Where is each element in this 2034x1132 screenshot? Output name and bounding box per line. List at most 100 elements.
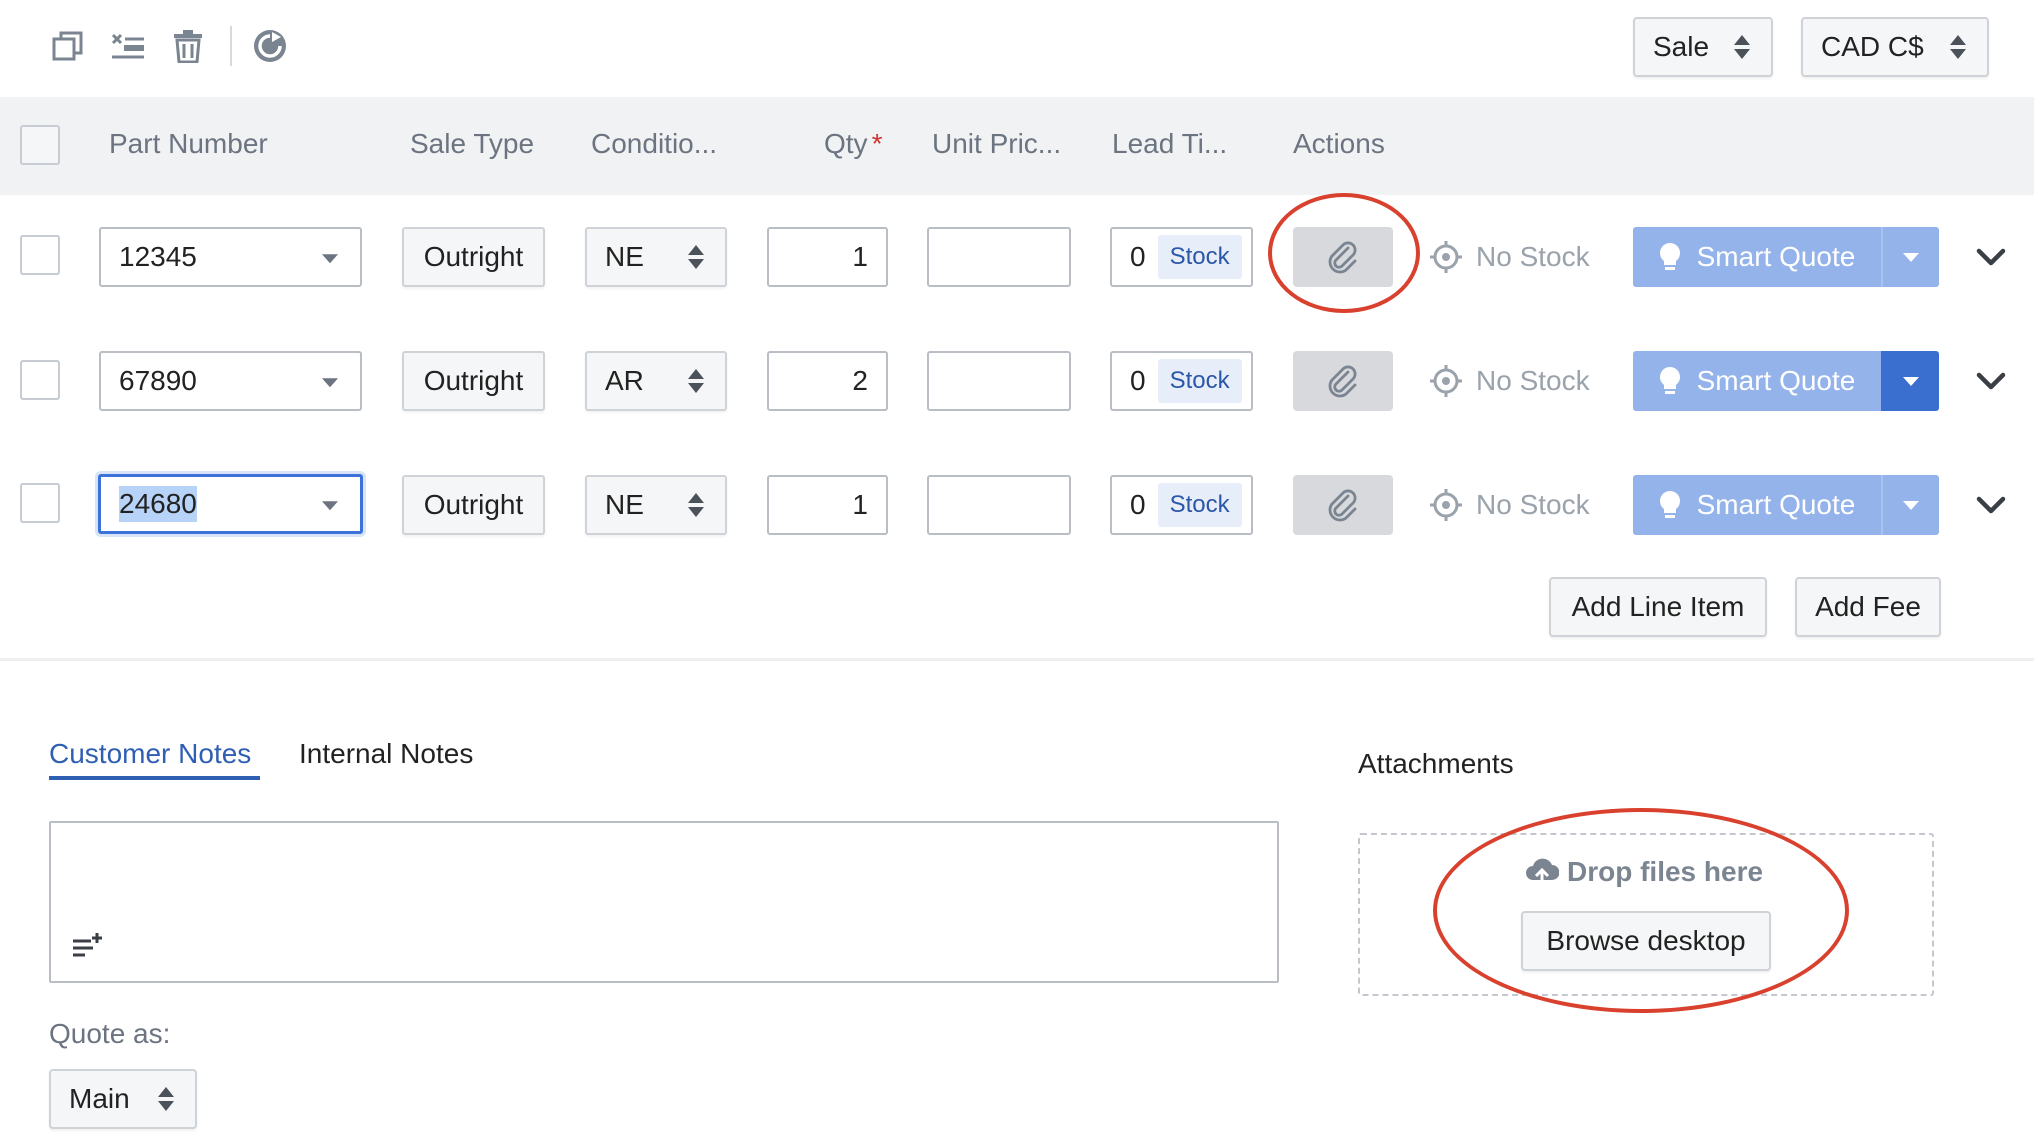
clear-rows-icon[interactable] xyxy=(110,28,146,64)
paperclip-icon xyxy=(1328,241,1357,274)
condition-select[interactable]: NE xyxy=(585,227,727,287)
caret-down-icon xyxy=(1903,500,1919,510)
quote-as-value: Main xyxy=(69,1083,130,1114)
lightbulb-icon xyxy=(1659,367,1680,394)
smart-quote-dropdown[interactable] xyxy=(1881,475,1939,535)
sort-arrows-icon xyxy=(688,245,704,269)
expand-row-chevron-icon[interactable] xyxy=(1971,485,2011,525)
sort-arrows-icon xyxy=(1950,35,1966,59)
condition-select[interactable]: NE xyxy=(585,475,727,535)
type-select[interactable]: Sale xyxy=(1633,17,1773,77)
browse-desktop-button[interactable]: Browse desktop xyxy=(1521,911,1771,971)
trash-icon[interactable] xyxy=(170,28,206,64)
lightbulb-icon xyxy=(1659,491,1680,518)
currency-select-value: CAD C$ xyxy=(1821,31,1924,62)
crosshair-icon xyxy=(1430,489,1462,521)
row-checkbox[interactable] xyxy=(20,360,60,400)
header-part-number[interactable]: Part Number xyxy=(109,128,268,160)
sort-arrows-icon xyxy=(688,369,704,393)
part-number-select[interactable]: 12345 xyxy=(99,227,362,287)
drop-files-prompt: Drop files here xyxy=(1525,856,1763,888)
condition-select[interactable]: AR xyxy=(585,351,727,411)
sort-arrows-icon xyxy=(688,493,704,517)
unit-price-input[interactable] xyxy=(927,475,1071,535)
caret-down-icon xyxy=(322,254,338,264)
select-all-checkbox[interactable] xyxy=(20,125,60,165)
header-sale-type[interactable]: Sale Type xyxy=(410,128,534,160)
attachments-title: Attachments xyxy=(1358,748,1514,779)
required-mark: * xyxy=(871,128,883,159)
expand-row-chevron-icon[interactable] xyxy=(1971,361,2011,401)
drop-files-text: Drop files here xyxy=(1567,856,1764,887)
smart-quote-group: Smart Quote xyxy=(1633,351,1939,411)
row-checkbox[interactable] xyxy=(20,235,60,275)
qty-input[interactable]: 1 xyxy=(767,227,888,287)
header-condition[interactable]: Conditio... xyxy=(591,128,717,160)
header-unit-price[interactable]: Unit Pric... xyxy=(932,128,1061,160)
sale-type-button[interactable]: Outright xyxy=(402,351,545,411)
smart-quote-label: Smart Quote xyxy=(1696,365,1856,396)
qty-input[interactable]: 2 xyxy=(767,351,888,411)
part-number-select[interactable]: 24680 xyxy=(98,474,363,534)
lead-time-input[interactable]: 0 Stock xyxy=(1110,475,1253,535)
quote-as-label: Quote as: xyxy=(49,1018,171,1049)
condition-value: NE xyxy=(605,489,644,520)
caret-down-icon xyxy=(322,378,338,388)
attach-button[interactable] xyxy=(1293,475,1393,535)
lead-unit-badge: Stock xyxy=(1157,483,1242,527)
lead-time-input[interactable]: 0 Stock xyxy=(1110,351,1253,411)
stock-status-text: No Stock xyxy=(1476,241,1590,272)
stock-status: No Stock xyxy=(1430,351,1590,411)
copy-icon[interactable] xyxy=(50,28,86,64)
lead-time-input[interactable]: 0 Stock xyxy=(1110,227,1253,287)
header-lead-time[interactable]: Lead Ti... xyxy=(1112,128,1227,160)
part-number-value: 12345 xyxy=(119,241,197,272)
section-divider xyxy=(0,658,2034,661)
unit-price-input[interactable] xyxy=(927,227,1071,287)
lead-time-value: 0 xyxy=(1130,489,1146,520)
quote-as-select[interactable]: Main xyxy=(49,1069,197,1129)
currency-select[interactable]: CAD C$ xyxy=(1801,17,1989,77)
smart-quote-button[interactable]: Smart Quote xyxy=(1633,227,1881,287)
active-tab-indicator xyxy=(49,776,260,780)
lead-unit-badge: Stock xyxy=(1157,235,1242,279)
refresh-icon[interactable] xyxy=(252,28,288,64)
qty-input[interactable]: 1 xyxy=(767,475,888,535)
sale-type-button[interactable]: Outright xyxy=(402,475,545,535)
insert-text-icon[interactable] xyxy=(71,931,103,961)
crosshair-icon xyxy=(1430,241,1462,273)
stock-status-text: No Stock xyxy=(1476,489,1590,520)
tab-internal-notes[interactable]: Internal Notes xyxy=(299,738,473,770)
attach-button[interactable] xyxy=(1293,351,1393,411)
tab-customer-notes[interactable]: Customer Notes xyxy=(49,738,251,770)
row-checkbox[interactable] xyxy=(20,483,60,523)
attach-button[interactable] xyxy=(1293,227,1393,287)
expand-row-chevron-icon[interactable] xyxy=(1971,237,2011,277)
caret-down-icon xyxy=(1903,376,1919,386)
smart-quote-dropdown[interactable] xyxy=(1881,227,1939,287)
header-qty[interactable]: Qty * xyxy=(824,128,882,160)
sale-type-button[interactable]: Outright xyxy=(402,227,545,287)
smart-quote-button[interactable]: Smart Quote xyxy=(1633,475,1881,535)
lead-time-value: 0 xyxy=(1130,365,1146,396)
smart-quote-label: Smart Quote xyxy=(1696,241,1856,272)
lightbulb-icon xyxy=(1659,243,1680,270)
stock-status: No Stock xyxy=(1430,227,1590,287)
smart-quote-button[interactable]: Smart Quote xyxy=(1633,351,1881,411)
add-line-item-button[interactable]: Add Line Item xyxy=(1549,577,1767,637)
smart-quote-label: Smart Quote xyxy=(1696,489,1856,520)
crosshair-icon xyxy=(1430,365,1462,397)
caret-down-icon xyxy=(322,501,338,511)
add-fee-button[interactable]: Add Fee xyxy=(1795,577,1941,637)
unit-price-input[interactable] xyxy=(927,351,1071,411)
stock-status-text: No Stock xyxy=(1476,365,1590,396)
sort-arrows-icon xyxy=(1734,35,1750,59)
customer-notes-textarea[interactable] xyxy=(49,821,1279,983)
smart-quote-dropdown[interactable] xyxy=(1881,351,1939,411)
header-qty-label: Qty xyxy=(824,128,868,159)
part-number-select[interactable]: 67890 xyxy=(99,351,362,411)
type-select-value: Sale xyxy=(1653,31,1710,62)
sort-arrows-icon xyxy=(158,1087,174,1111)
header-actions: Actions xyxy=(1293,128,1385,159)
paperclip-icon xyxy=(1328,489,1357,522)
